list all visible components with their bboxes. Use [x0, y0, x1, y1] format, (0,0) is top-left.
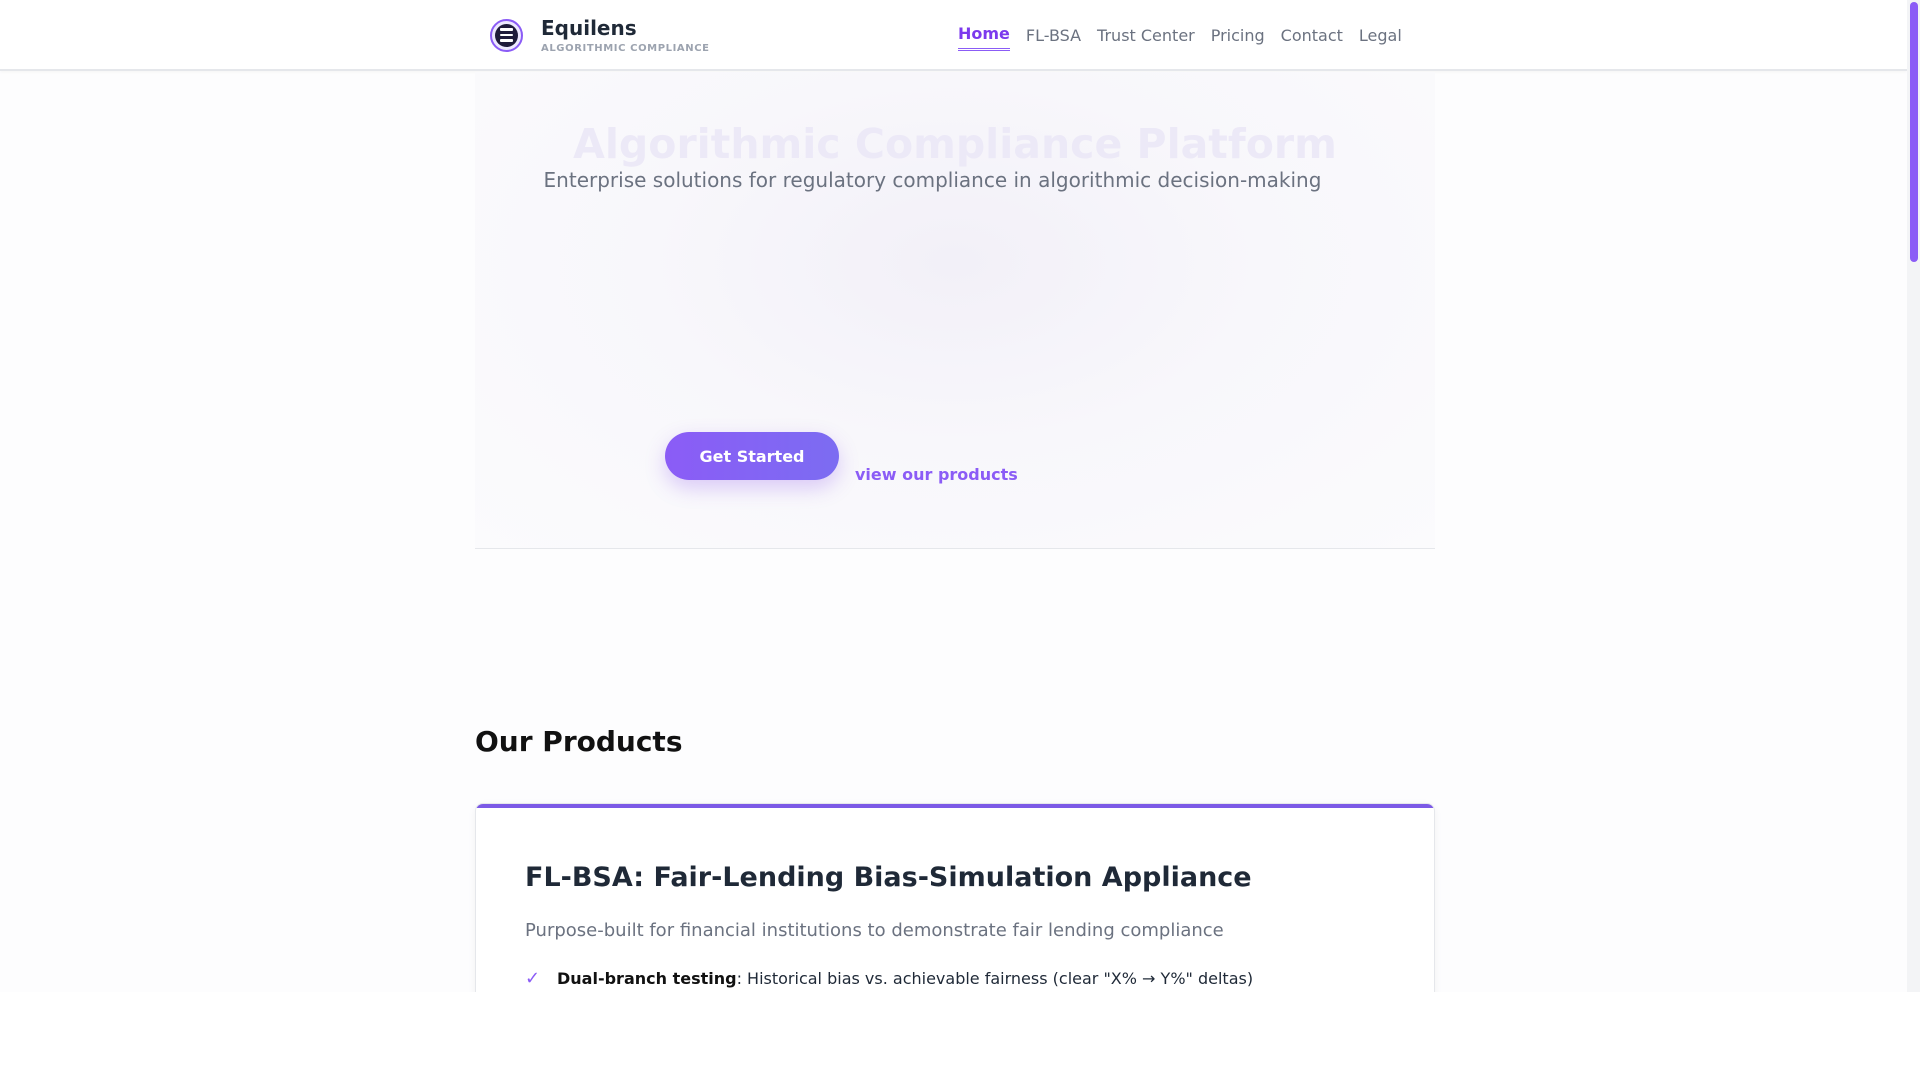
empty-area [0, 992, 1920, 1080]
hero-subtitle: Enterprise solutions for regulatory comp… [543, 168, 1322, 192]
check-icon: ✓ [525, 968, 541, 989]
product-card-fl-bsa: FL-BSA: Fair-Lending Bias-Simulation App… [475, 803, 1435, 992]
page-viewport: Equilens ALGORITHMIC COMPLIANCE Home FL-… [0, 0, 1907, 992]
product-card-title: FL-BSA: Fair-Lending Bias-Simulation App… [525, 862, 1252, 893]
feature-detail: : Historical bias vs. achievable fairnes… [736, 969, 1254, 988]
feature-text: Dual-branch testing: Historical bias vs.… [557, 969, 1253, 988]
logo-mark [495, 23, 518, 47]
nav-legal[interactable]: Legal [1359, 24, 1402, 50]
brand-name: Equilens [541, 15, 637, 40]
nav-fl-bsa[interactable]: FL-BSA [1026, 24, 1081, 50]
product-card-description: Purpose-built for financial institutions… [525, 920, 1224, 941]
nav-home[interactable]: Home [958, 22, 1010, 51]
brand-tagline: ALGORITHMIC COMPLIANCE [541, 42, 710, 54]
products-heading: Our Products [475, 725, 683, 758]
equilens-logo-icon [490, 18, 523, 52]
feature-item: ✓ Dual-branch testing: Historical bias v… [525, 968, 1253, 989]
nav-trust-center[interactable]: Trust Center [1097, 24, 1195, 50]
get-started-button[interactable]: Get Started [665, 432, 839, 480]
hero-title: Algorithmic Compliance Platform [573, 120, 1337, 168]
page-scrollbar[interactable] [1907, 0, 1920, 992]
site-header: Equilens ALGORITHMIC COMPLIANCE Home FL-… [0, 0, 1907, 71]
nav-pricing[interactable]: Pricing [1211, 24, 1265, 50]
hero-section: Algorithmic Compliance Platform Enterpri… [475, 72, 1435, 549]
brand[interactable]: Equilens ALGORITHMIC COMPLIANCE [490, 15, 710, 55]
view-products-link[interactable]: view our products [855, 465, 1018, 484]
nav-contact[interactable]: Contact [1281, 24, 1343, 50]
main-nav: Home FL-BSA Trust Center Pricing Contact… [958, 22, 1402, 51]
brand-text: Equilens ALGORITHMIC COMPLIANCE [541, 17, 710, 54]
card-accent-bar [476, 804, 1434, 808]
feature-title: Dual-branch testing [557, 969, 737, 988]
scrollbar-thumb[interactable] [1910, 2, 1918, 262]
